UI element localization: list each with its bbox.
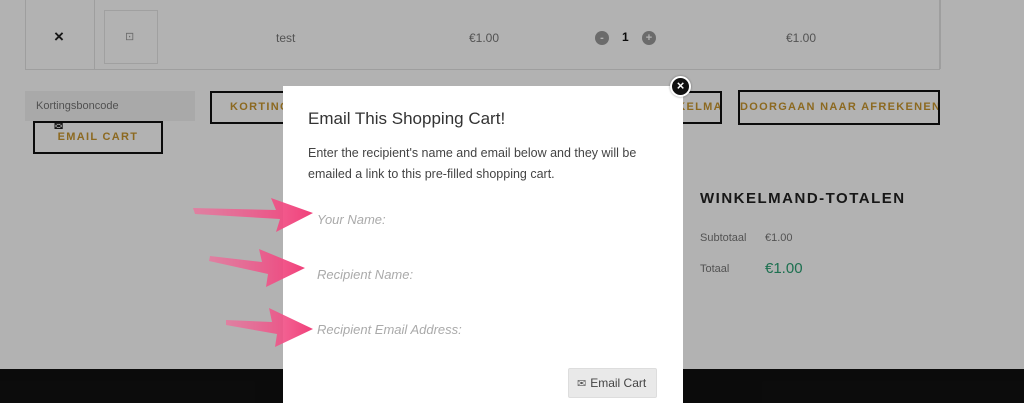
arrow-annotation-icon (226, 308, 313, 347)
arrow-annotation-icon (193, 198, 313, 232)
arrow-annotation-icon (209, 249, 305, 287)
arrow-annotations (193, 198, 313, 347)
